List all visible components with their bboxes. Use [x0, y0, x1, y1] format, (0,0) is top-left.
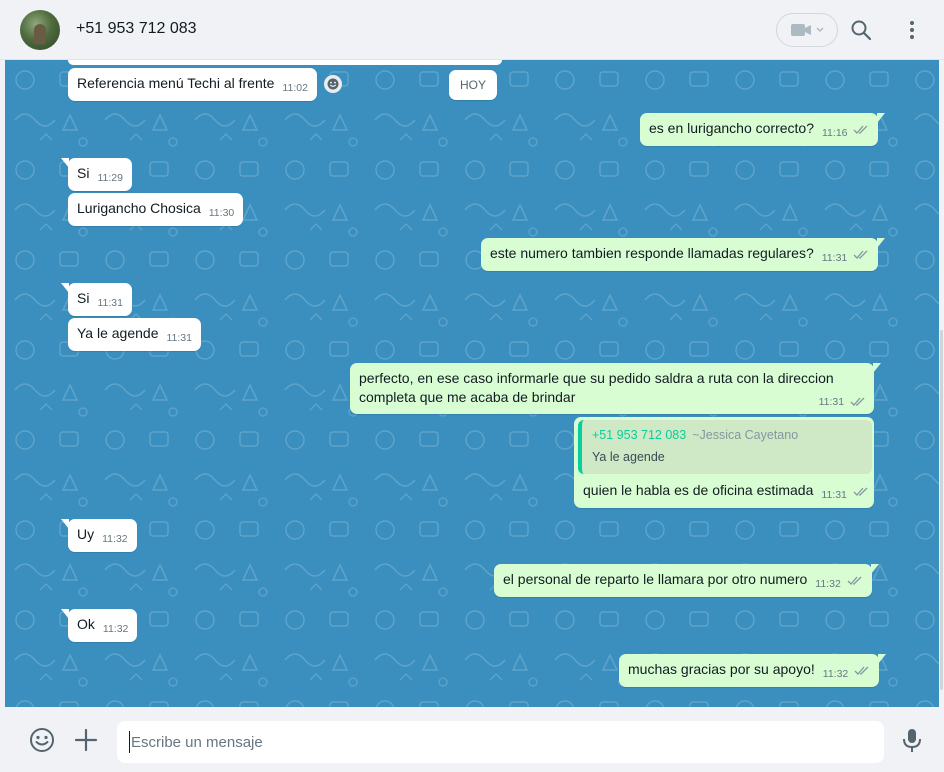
message-time: 11:32: [102, 623, 129, 635]
emoji-icon[interactable]: [28, 726, 56, 754]
quoted-message[interactable]: +51 953 712 083 ~Jessica Cayetano Ya le a…: [578, 420, 872, 474]
chat-scrollbar[interactable]: [939, 60, 944, 707]
message-time: 11:16: [822, 127, 848, 139]
attach-plus-icon[interactable]: [72, 726, 100, 754]
double-check-icon: [853, 250, 868, 259]
microphone-icon[interactable]: [898, 726, 926, 754]
message-composer: [0, 707, 944, 772]
message-time: 11:32: [102, 533, 128, 545]
text-caret: [129, 731, 130, 753]
quoted-alias: ~Jessica Cayetano: [692, 428, 799, 442]
message-time: 11:31: [821, 489, 847, 501]
message-text: muchas gracias por su apoyo!: [628, 661, 815, 677]
chevron-down-icon: [816, 27, 824, 32]
message-text-line2: completa que me acaba de brindar: [359, 389, 576, 405]
double-check-icon: [854, 666, 869, 675]
message-text: Referencia menú Techi al frente: [77, 75, 275, 91]
message-text: Uy: [77, 526, 95, 542]
double-check-icon: [847, 576, 862, 585]
message-text: Si: [77, 290, 90, 306]
smiley-icon: [327, 78, 339, 90]
contact-avatar[interactable]: [20, 10, 60, 50]
quoted-author: +51 953 712 083: [592, 428, 687, 442]
double-check-icon: [853, 125, 868, 134]
message-text: Ok: [77, 616, 95, 632]
message-incoming[interactable]: Si 11:31: [61, 283, 132, 316]
message-outgoing[interactable]: muchas gracias por su apoyo! 11:32: [619, 654, 887, 687]
video-camera-icon: [791, 24, 811, 36]
message-text: Lurigancho Chosica: [77, 200, 201, 216]
message-text: este numero tambien responde llamadas re…: [490, 245, 814, 261]
message-text: el personal de reparto le llamara por ot…: [503, 571, 808, 587]
chat-header: +51 953 712 083: [0, 0, 944, 60]
message-incoming[interactable]: Lurigancho Chosica 11:30: [68, 193, 244, 226]
message-incoming[interactable]: Ok 11:32: [60, 609, 138, 642]
message-time: 11:31: [97, 297, 123, 309]
quoted-text: Ya le agende: [592, 450, 665, 464]
message-time: 11:32: [815, 578, 841, 590]
react-emoji-button[interactable]: [324, 75, 342, 93]
message-incoming[interactable]: Si 11:29: [61, 158, 132, 191]
double-check-icon: [850, 397, 865, 406]
message-text: es en lurigancho correcto?: [649, 120, 814, 136]
scrollbar-thumb[interactable]: [940, 330, 943, 690]
message-outgoing[interactable]: es en lurigancho correcto? 11:16: [640, 113, 886, 146]
message-outgoing[interactable]: perfecto, en ese caso informarle que su …: [350, 363, 881, 414]
message-time: 11:31: [818, 396, 845, 408]
message-incoming[interactable]: Referencia menú Techi al frente 11:02: [68, 68, 317, 101]
message-time: 11:32: [822, 668, 849, 680]
menu-dots-icon[interactable]: [900, 18, 924, 42]
message-time: 11:31: [821, 252, 848, 264]
message-time: 11:30: [208, 207, 235, 219]
message-time: 11:02: [282, 82, 308, 94]
date-separator: HOY: [449, 70, 497, 100]
message-incoming[interactable]: Uy 11:32: [61, 519, 137, 552]
search-icon[interactable]: [849, 18, 873, 42]
message-text: Si: [77, 165, 90, 181]
message-time: 11:29: [97, 172, 123, 184]
clipped-message-bubble: [68, 60, 502, 65]
message-text: Ya le agende: [77, 325, 159, 341]
message-time: 11:31: [166, 332, 192, 344]
message-text: perfecto, en ese caso informarle que su …: [359, 370, 834, 386]
message-text: quien le habla es de oficina estimada: [583, 482, 814, 498]
message-outgoing[interactable]: este numero tambien responde llamadas re…: [481, 238, 886, 271]
message-input[interactable]: [117, 721, 884, 763]
reply-message-content: quien le habla es de oficina estimada 11:…: [583, 482, 869, 501]
message-incoming[interactable]: Ya le agende 11:31: [68, 318, 201, 351]
video-call-button[interactable]: [776, 13, 838, 47]
double-check-icon: [853, 487, 868, 496]
contact-name[interactable]: +51 953 712 083: [76, 20, 197, 38]
message-outgoing[interactable]: el personal de reparto le llamara por ot…: [494, 564, 879, 597]
